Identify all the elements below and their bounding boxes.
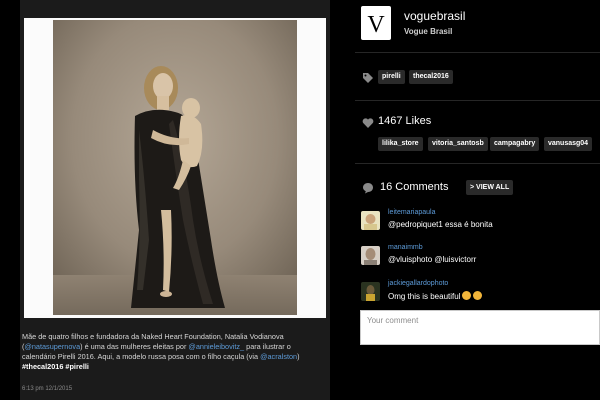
comment-username-link[interactable]: jackiegallardophoto: [388, 280, 448, 287]
comment-text: @vluisphoto @luisvictorr: [388, 255, 477, 264]
caption-mention-link[interactable]: @annieleibovitz_: [188, 342, 244, 351]
caption-mention-link[interactable]: @acralston: [260, 352, 297, 361]
caption-mention-link[interactable]: @natasupernova: [24, 342, 80, 351]
liker-pill[interactable]: lilika_store: [378, 137, 423, 151]
post-photo[interactable]: [53, 20, 297, 315]
smiley-emoji-icon: [462, 291, 472, 300]
profile-avatar[interactable]: V: [361, 6, 391, 40]
profile-username[interactable]: voguebrasil: [404, 9, 465, 23]
likes-count[interactable]: 1467 Likes: [378, 115, 431, 127]
comment-avatar[interactable]: [361, 211, 380, 230]
logo-letter: V: [367, 12, 385, 38]
comment-avatar[interactable]: [361, 246, 380, 265]
profile-fullname: Vogue Brasil: [404, 27, 453, 36]
smiley-emoji-icon: [473, 291, 483, 300]
comment-text: Omg this is beautiful: [388, 291, 483, 301]
comment-text: @pedropiquet1 essa é bonita: [388, 220, 493, 229]
caption-text: ) é uma das mulheres eleitas por: [80, 342, 189, 351]
post-timestamp: 6:13 pm 12/1/2015: [22, 386, 73, 392]
divider: [355, 163, 600, 164]
comments-count: 16 Comments: [380, 181, 449, 193]
caption-hashtag-link[interactable]: #thecal2016: [22, 362, 63, 371]
view-all-comments-button[interactable]: > VIEW ALL: [466, 180, 514, 195]
comment-item: manaimmb @vluisphoto @luisvictorr: [361, 244, 600, 272]
post-caption: Mãe de quatro filhos e fundadora da Nake…: [22, 332, 326, 372]
comment-text-body: Omg this is beautiful: [388, 292, 461, 301]
post-panel: Mãe de quatro filhos e fundadora da Nake…: [20, 0, 330, 400]
comment-username-link[interactable]: manaimmb: [388, 244, 423, 251]
tag-pill[interactable]: pirelli: [378, 70, 405, 84]
comment-item: leitemariapaula @pedropiquet1 essa é bon…: [361, 209, 600, 237]
liker-pill[interactable]: vitoria_santosb: [428, 137, 488, 151]
comment-item: jackiegallardophoto Omg this is beautifu…: [361, 280, 600, 308]
caption-text: ): [297, 352, 300, 361]
photo-frame: [24, 18, 326, 318]
speech-bubble-icon: [362, 181, 374, 194]
tag-pill[interactable]: thecal2016: [409, 70, 453, 84]
liker-pill[interactable]: campagabry: [490, 137, 540, 151]
divider: [355, 52, 600, 53]
heart-icon[interactable]: [362, 116, 374, 128]
liker-pill[interactable]: vanusasg04: [544, 137, 593, 151]
divider: [355, 100, 600, 101]
tag-icon: [362, 71, 374, 83]
caption-hashtag-link[interactable]: #pirelli: [65, 362, 89, 371]
comment-username-link[interactable]: leitemariapaula: [388, 209, 435, 216]
comment-input[interactable]: [360, 310, 600, 345]
comment-avatar[interactable]: [361, 282, 380, 301]
